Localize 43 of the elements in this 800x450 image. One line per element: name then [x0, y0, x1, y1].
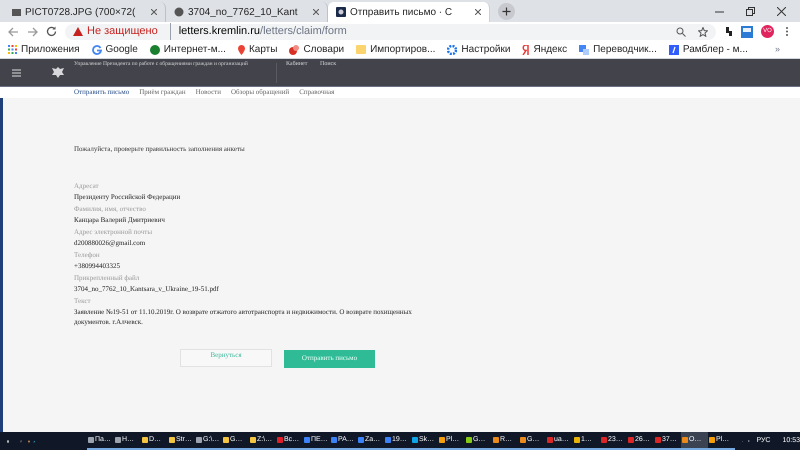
- bookmark-item[interactable]: Рамблер - м...: [668, 42, 748, 57]
- back-arrow-icon[interactable]: [8, 26, 19, 36]
- bookmark-item[interactable]: Настройки: [447, 42, 510, 57]
- new-tab-button[interactable]: [498, 3, 515, 20]
- google-logo-icon: [92, 44, 102, 54]
- warning-icon: [73, 27, 83, 36]
- folder-icon: [356, 45, 366, 54]
- rambler-icon: [668, 44, 679, 54]
- url-text: letters.kremlin.ru/letters/claim/form: [170, 23, 347, 40]
- bookmark-item[interactable]: Импортиров...: [356, 42, 436, 57]
- zoom-icon[interactable]: [676, 26, 686, 36]
- bookmark-item[interactable]: Карты: [238, 42, 278, 57]
- emblem-icon[interactable]: [51, 66, 65, 79]
- emblem-icon: [336, 7, 346, 17]
- close-tab-icon[interactable]: [313, 9, 319, 15]
- image-icon: [12, 8, 21, 16]
- menu-icon[interactable]: [12, 68, 21, 76]
- restore-icon[interactable]: [746, 6, 755, 16]
- translate-icon: [579, 44, 590, 54]
- star-icon[interactable]: [698, 26, 708, 36]
- globe-icon: [150, 44, 160, 54]
- bookmark-item[interactable]: Интернет-м...: [150, 42, 226, 57]
- security-warning: Не защищено: [87, 24, 158, 40]
- gear-icon: [447, 44, 458, 54]
- globe-icon: [174, 7, 184, 17]
- reload-icon[interactable]: [46, 26, 57, 37]
- map-pin-icon: [238, 44, 245, 54]
- dictionary-icon: [289, 44, 300, 54]
- close-icon[interactable]: [777, 6, 786, 16]
- extension-icon[interactable]: [724, 26, 733, 37]
- bookmark-item[interactable]: Переводчик...: [579, 42, 657, 57]
- bookmark-item[interactable]: Google: [92, 42, 138, 57]
- bookmark-item[interactable]: Приложения: [8, 42, 80, 57]
- browser-tab[interactable]: Отправить письмо · С: [328, 2, 490, 22]
- address-bar[interactable]: Не защищено letters.kremlin.ru/letters/claim/form: [65, 24, 716, 40]
- forward-arrow-icon[interactable]: [27, 26, 38, 36]
- more-bookmarks-icon[interactable]: »: [774, 42, 792, 56]
- close-tab-icon[interactable]: [475, 9, 481, 15]
- bookmark-item[interactable]: Словари: [289, 42, 344, 57]
- bookmark-item[interactable]: Яндекс: [522, 42, 568, 57]
- yandex-logo-icon: [522, 44, 530, 54]
- apps-grid-icon: [8, 45, 17, 54]
- close-tab-icon[interactable]: [151, 9, 157, 15]
